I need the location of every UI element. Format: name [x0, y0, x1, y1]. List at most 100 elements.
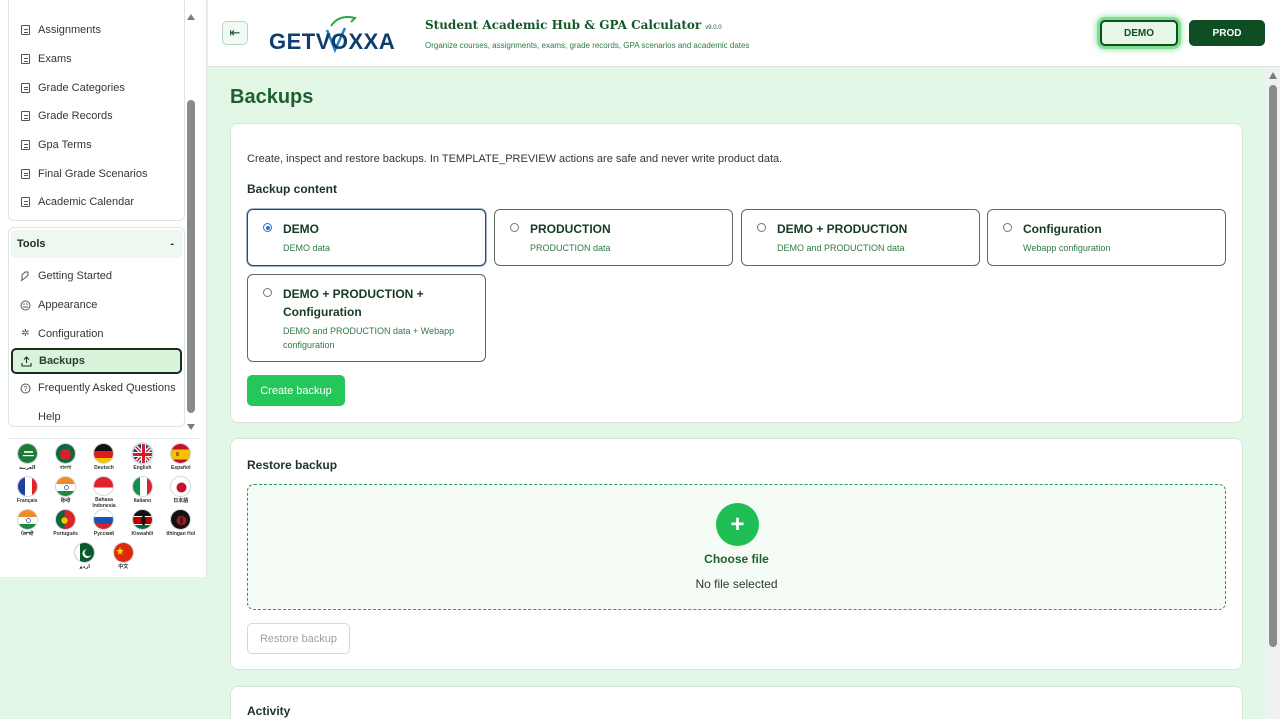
scroll-up-arrow-icon[interactable]: [1269, 72, 1277, 79]
env-prod-button[interactable]: PROD: [1189, 20, 1265, 46]
radio-selected-icon[interactable]: [263, 223, 272, 232]
collapse-group-icon[interactable]: -: [170, 238, 174, 250]
restore-backup-button[interactable]: Restore backup: [247, 623, 350, 654]
language-label: tlhIngan Hol: [166, 531, 196, 537]
language-option[interactable]: Bahasa Indonesia: [85, 476, 123, 509]
collapse-sidebar-icon: ⇤: [229, 25, 241, 40]
language-option[interactable]: ਪੰਜਾਬੀ: [8, 509, 46, 542]
language-option[interactable]: العربية: [8, 443, 46, 476]
sidebar-item-academic-calendar[interactable]: Academic Calendar: [9, 188, 184, 217]
document-icon: [20, 54, 31, 65]
china-flag-icon: [112, 542, 134, 563]
language-row: اردو 中文: [8, 542, 200, 575]
language-option[interactable]: हिन्दी: [46, 476, 84, 509]
radio-icon[interactable]: [263, 288, 272, 297]
backup-option-configuration[interactable]: Configuration Webapp configuration: [987, 209, 1226, 266]
option-title: DEMO + PRODUCTION: [777, 222, 908, 236]
activity-card: Activity: [230, 686, 1243, 719]
radio-icon[interactable]: [757, 223, 766, 232]
sidebar-scroll-area[interactable]: Assignments Exams Grade Categories Grade…: [8, 0, 185, 430]
sidebar-item-label: Appearance: [38, 299, 98, 312]
sidebar-item-label: Exams: [38, 53, 72, 66]
sidebar-item-backups[interactable]: Backups: [11, 348, 182, 375]
sidebar-item-grade-categories[interactable]: Grade Categories: [9, 73, 184, 102]
sidebar-item-grade-records[interactable]: Grade Records: [9, 102, 184, 131]
scroll-down-arrow-icon[interactable]: [187, 424, 195, 430]
language-option[interactable]: tlhIngan Hol: [162, 509, 200, 542]
klingon-flag-icon: [170, 509, 192, 530]
backup-intro-text: Create, inspect and restore backups. In …: [247, 153, 783, 165]
create-backup-button[interactable]: Create backup: [247, 375, 345, 406]
language-option[interactable]: Deutsch: [85, 443, 123, 476]
sidebar-item-getting-started[interactable]: Getting Started: [9, 262, 184, 291]
language-label: Français: [16, 498, 38, 504]
language-label: English: [133, 465, 152, 471]
document-icon: [20, 25, 31, 36]
indonesia-flag-icon: [93, 476, 115, 496]
language-row: Français हिन्दी Bahasa Indonesia Italian…: [8, 476, 200, 509]
language-row: العربية বাংলা Deutsch English Español: [8, 442, 200, 476]
sidebar-item-appearance[interactable]: Appearance: [9, 291, 184, 320]
upload-icon: [21, 355, 32, 367]
backup-option-demo-production[interactable]: DEMO + PRODUCTION DEMO and PRODUCTION da…: [741, 209, 980, 266]
language-option[interactable]: Español: [162, 443, 200, 476]
sidebar-item-label: Academic Calendar: [38, 196, 134, 209]
sidebar: Assignments Exams Grade Categories Grade…: [0, 0, 207, 577]
language-label: हिन्दी: [60, 498, 71, 504]
scrollbar-thumb[interactable]: [187, 100, 195, 413]
portugal-flag-icon: [55, 509, 77, 530]
language-option[interactable]: Kiswahili: [123, 509, 161, 542]
radio-icon[interactable]: [510, 223, 519, 232]
file-dropzone[interactable]: + Choose file No file selected: [247, 484, 1226, 610]
language-label: Русский: [93, 531, 115, 537]
radio-icon[interactable]: [1003, 223, 1012, 232]
sidebar-item-faq[interactable]: ? Frequently Asked Questions: [9, 374, 184, 403]
language-option[interactable]: Français: [8, 476, 46, 509]
sidebar-item-label: Assignments: [38, 24, 101, 37]
language-option[interactable]: বাংলা: [46, 443, 84, 476]
choose-file-label[interactable]: Choose file: [248, 552, 1225, 566]
bangladesh-flag-icon: [55, 443, 77, 464]
backup-content-heading: Backup content: [247, 182, 338, 196]
backup-option-all[interactable]: DEMO + PRODUCTION + Configuration DEMO a…: [247, 274, 486, 362]
sidebar-item-exams[interactable]: Exams: [9, 45, 184, 74]
language-option[interactable]: 中文: [104, 542, 142, 575]
sidebar-item-assignments[interactable]: Assignments: [9, 16, 184, 45]
tools-heading: Tools: [17, 238, 46, 250]
collapse-sidebar-button[interactable]: ⇤: [222, 21, 248, 45]
language-option[interactable]: Русский: [85, 509, 123, 542]
language-option-selected[interactable]: English: [123, 442, 161, 476]
india-flag-icon: [55, 476, 77, 497]
document-icon: [20, 111, 31, 122]
language-option[interactable]: Português: [46, 509, 84, 542]
sidebar-item-help[interactable]: Help: [9, 403, 184, 430]
logo: GETVOXXA: [269, 16, 411, 54]
sidebar-item-final-grade-scenarios[interactable]: Final Grade Scenarios: [9, 159, 184, 188]
sidebar-item-configuration[interactable]: ✲ Configuration: [9, 319, 184, 348]
document-icon: [20, 197, 31, 208]
option-title: DEMO + PRODUCTION + Configuration: [283, 287, 424, 319]
language-option[interactable]: 日本語: [162, 476, 200, 509]
language-option[interactable]: اردو: [66, 542, 104, 575]
option-title: DEMO: [283, 222, 319, 236]
sidebar-scrollbar[interactable]: [186, 14, 196, 430]
tools-group-header[interactable]: Tools -: [11, 230, 182, 258]
page-title: Backups: [230, 86, 314, 108]
backup-option-demo[interactable]: DEMO DEMO data: [247, 209, 486, 266]
scrollbar-thumb[interactable]: [1269, 85, 1277, 647]
add-file-icon[interactable]: +: [716, 503, 759, 546]
option-title: PRODUCTION: [530, 222, 611, 236]
language-label: 中文: [118, 564, 129, 570]
option-description: PRODUCTION data: [530, 243, 611, 253]
france-flag-icon: [16, 476, 38, 497]
sidebar-item-gpa-terms[interactable]: Gpa Terms: [9, 131, 184, 160]
env-demo-button[interactable]: DEMO: [1100, 20, 1178, 46]
scroll-up-arrow-icon[interactable]: [187, 14, 195, 20]
language-option[interactable]: Italiano: [123, 476, 161, 509]
sidebar-item-label: Backups: [39, 355, 85, 368]
backup-option-production[interactable]: PRODUCTION PRODUCTION data: [494, 209, 733, 266]
sidebar-item-label: Final Grade Scenarios: [38, 167, 148, 180]
saudi-arabia-flag-icon: [16, 443, 38, 464]
main-scrollbar[interactable]: [1266, 68, 1280, 719]
option-description: DEMO data: [283, 243, 331, 253]
